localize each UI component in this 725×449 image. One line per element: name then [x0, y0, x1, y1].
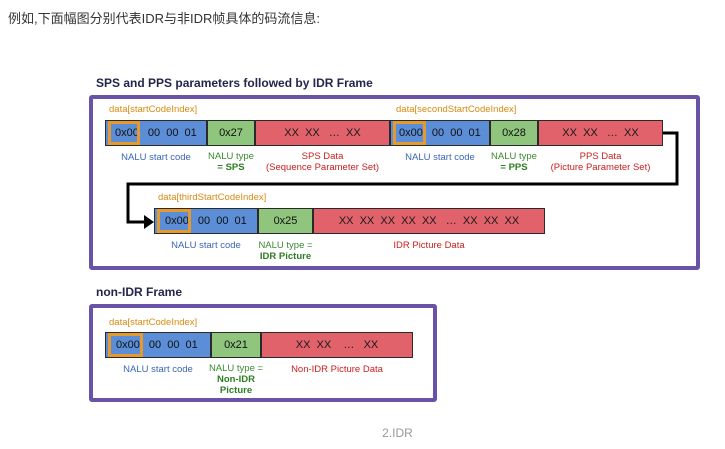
- sps-index-highlight: [108, 121, 140, 145]
- idr-start-code-index: data[thirdStartCodeIndex]: [158, 192, 267, 203]
- sps-data-label-line2: (Sequence Parameter Set): [265, 162, 379, 173]
- idr-index-highlight: [157, 209, 191, 233]
- non-idr-start-code-rest: 00 00 01: [148, 339, 198, 351]
- pps-type-value: = PPS: [500, 162, 528, 173]
- idr-type-text: NALU type =: [258, 240, 313, 251]
- idr-type-value: IDR Picture: [259, 251, 312, 262]
- sps-data-label-line1: SPS Data: [301, 151, 344, 162]
- idr-start-code-rest: 00 00 01: [197, 215, 247, 227]
- non-idr-index-highlight: [108, 333, 143, 357]
- sps-data-label: SPS Data (Sequence Parameter Set): [255, 151, 390, 173]
- idr-nalu-type-label: NALU type = IDR Picture: [252, 240, 319, 262]
- sps-start-code-rest: 00 00 01: [147, 127, 197, 139]
- figure-caption: 2.IDR: [382, 426, 413, 440]
- sps-nalu-type-label: NALU type = SPS: [201, 151, 261, 173]
- idr-start-code-label: NALU start code: [171, 240, 241, 251]
- pps-start-code-index: data[secondStartCodeIndex]: [396, 104, 517, 115]
- pps-data-label-line1: PPS Data: [579, 151, 622, 162]
- idr-data-label: IDR Picture Data: [393, 240, 465, 251]
- non-idr-start-code-label: NALU start code: [123, 364, 193, 375]
- pps-nalu-type-cell: 0x28: [490, 120, 538, 146]
- non-idr-data-label: Non-IDR Picture Data: [291, 364, 383, 375]
- non-idr-type-text: NALU type =: [208, 363, 264, 374]
- pps-index-highlight: [393, 121, 426, 145]
- pps-start-code-label: NALU start code: [405, 152, 475, 163]
- non-idr-type-value-line1: Non-IDR: [217, 374, 255, 385]
- intro-text: 例如,下面幅图分别代表IDR与非IDR帧具体的码流信息:: [8, 11, 321, 26]
- idr-nalu-type-cell: 0x25: [258, 208, 313, 234]
- idr-payload-cell: XX XX XX XX XX … XX XX XX: [313, 208, 545, 234]
- idr-section-title: SPS and PPS parameters followed by IDR F…: [96, 76, 373, 90]
- non-idr-payload-cell: XX XX … XX: [261, 332, 413, 358]
- sps-payload-cell: XX XX … XX: [255, 120, 390, 146]
- sps-start-code-index: data[startCodeIndex]: [109, 104, 198, 115]
- sps-type-value: = SPS: [217, 162, 245, 173]
- sps-nalu-type-cell: 0x27: [207, 120, 255, 146]
- non-idr-type-value-line2: Picture: [219, 385, 253, 396]
- pps-data-label-line2: (Picture Parameter Set): [550, 162, 651, 173]
- non-idr-start-code-index: data[startCodeIndex]: [109, 317, 198, 328]
- non-idr-nalu-type-cell: 0x21: [211, 332, 261, 358]
- sps-start-code-label: NALU start code: [121, 152, 191, 163]
- sps-type-text: NALU type: [208, 151, 254, 162]
- non-idr-section-title: non-IDR Frame: [96, 285, 183, 299]
- pps-nalu-type-label: NALU type = PPS: [484, 151, 544, 173]
- pps-type-text: NALU type: [491, 151, 537, 162]
- pps-payload-cell: XX XX … XX: [538, 120, 663, 146]
- pps-data-label: PPS Data (Picture Parameter Set): [538, 151, 663, 173]
- non-idr-nalu-type-label: NALU type = Non-IDR Picture: [203, 363, 269, 396]
- pps-start-code-rest: 00 00 01: [431, 127, 481, 139]
